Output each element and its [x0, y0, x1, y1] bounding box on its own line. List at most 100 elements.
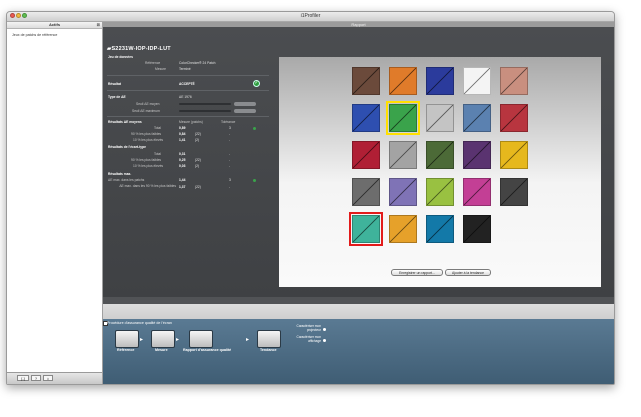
- trend-step-icon[interactable]: [257, 330, 281, 348]
- avg-row-tolerance: -: [229, 138, 231, 142]
- reference-step-label: Référence: [117, 348, 135, 352]
- home-button[interactable]: ⌂: [43, 375, 53, 381]
- add-to-trend-button[interactable]: Ajouter à la tendance: [445, 269, 491, 276]
- avg-row-label: 10 % les plus élevés: [133, 138, 164, 142]
- arrow-circle-icon[interactable]: [323, 339, 326, 342]
- sidebar-collapse-icon[interactable]: ⊠: [97, 22, 100, 28]
- separator-strip: [103, 304, 614, 319]
- help-button[interactable]: ?: [31, 375, 41, 381]
- color-patch[interactable]: [352, 178, 380, 206]
- patch-diagonal: [390, 142, 416, 168]
- color-patch[interactable]: [463, 178, 491, 206]
- reference-step-icon[interactable]: [115, 330, 139, 348]
- pass-indicator-icon: [253, 178, 256, 182]
- color-patch[interactable]: [389, 67, 417, 95]
- max-row-count: (22): [195, 185, 201, 189]
- std-row-count: (22): [195, 158, 201, 162]
- color-patch[interactable]: [463, 141, 491, 169]
- avg-threshold-field[interactable]: [234, 102, 256, 106]
- color-patch[interactable]: [463, 104, 491, 132]
- color-patch[interactable]: [500, 178, 528, 206]
- patch-diagonal: [427, 216, 453, 242]
- avg-results-heading: Résultats ΔE moyens: [108, 120, 142, 124]
- avg-row-value: 1,41: [179, 138, 186, 142]
- color-patch[interactable]: [352, 141, 380, 169]
- qa-report-step-icon[interactable]: [189, 330, 213, 348]
- result-value: ACCEPTÉ: [179, 82, 195, 86]
- color-patch[interactable]: [426, 215, 454, 243]
- report-panel: ▰S2231W-IOP-IDP-LUT Jeu de données Référ…: [103, 27, 614, 297]
- arrow-right-icon: ▸: [176, 337, 180, 343]
- color-patch[interactable]: [349, 212, 383, 246]
- title-bar: i1Profiler: [7, 12, 614, 22]
- avg-row-count: (2): [195, 138, 200, 142]
- pass-indicator-icon: [253, 126, 256, 130]
- patch-diagonal: [427, 68, 453, 94]
- assets-sidebar: Actifs ⊠ Jeux de patchs de référence [-]…: [7, 22, 103, 384]
- color-patch[interactable]: [389, 141, 417, 169]
- color-patch[interactable]: [352, 67, 380, 95]
- avg-row-label: 90 % les plus faibles: [131, 132, 162, 136]
- characterize-display-option[interactable]: Caractériser mon affichage: [289, 335, 321, 344]
- color-patch[interactable]: [352, 104, 380, 132]
- avg-row-value: 0,84: [179, 132, 186, 136]
- patch-diagonal: [501, 142, 527, 168]
- qa-report-step-label: Rapport d'assurance qualité: [183, 348, 232, 352]
- reference-value: ColorChecker® 24 Patch: [179, 61, 216, 65]
- std-row-label: 90 % les plus faibles: [131, 158, 162, 162]
- color-patch[interactable]: [500, 141, 528, 169]
- color-patch[interactable]: [500, 67, 528, 95]
- std-row-value: 0,25: [179, 158, 186, 162]
- tolerance-column-header: Tolérance: [221, 120, 236, 124]
- std-row-value: 0,03: [179, 164, 186, 168]
- std-row-label: Total: [154, 152, 161, 156]
- patch-diagonal: [464, 68, 490, 94]
- measure-label: Mesure: [155, 67, 166, 71]
- characterize-projector-option[interactable]: Caractériser mon projecteur: [289, 324, 321, 333]
- avg-row-label: Total: [154, 126, 161, 130]
- measure-step-icon[interactable]: [151, 330, 175, 348]
- color-patch[interactable]: [389, 178, 417, 206]
- patch-diagonal: [390, 105, 416, 131]
- delta-e-type-value: ΔE 1976: [179, 95, 192, 99]
- patch-diagonal: [353, 68, 379, 94]
- color-patch[interactable]: [426, 104, 454, 132]
- patch-diagonal: [427, 105, 453, 131]
- color-patch[interactable]: [463, 215, 491, 243]
- patch-diagonal: [390, 68, 416, 94]
- avg-row-count: (22): [195, 132, 201, 136]
- color-patch[interactable]: [463, 67, 491, 95]
- color-patch[interactable]: [426, 141, 454, 169]
- divider: [107, 75, 269, 76]
- window-title: i1Profiler: [300, 13, 321, 19]
- std-row-value: 0,31: [179, 152, 186, 156]
- patch-diagonal: [464, 142, 490, 168]
- color-patch[interactable]: [386, 101, 420, 135]
- device-name: ▰S2231W-IOP-IDP-LUT: [107, 46, 171, 52]
- patch-diagonal: [353, 179, 379, 205]
- color-patch-display: Enregistrer un rapport... Ajouter à la t…: [279, 57, 601, 287]
- divider: [107, 90, 269, 91]
- color-patch[interactable]: [426, 178, 454, 206]
- arrow-circle-icon[interactable]: [323, 328, 326, 331]
- main-content: Rapport ▰S2231W-IOP-IDP-LUT Jeu de donné…: [103, 22, 614, 384]
- delta-e-type-label: Type de ΔE: [108, 95, 126, 99]
- arrow-right-icon: ▸: [246, 337, 250, 343]
- procedure-title: Procédure d'assurance qualité de l'écran: [107, 321, 172, 325]
- max-threshold-slider[interactable]: [179, 110, 231, 112]
- fit-view-button[interactable]: [-]: [17, 375, 29, 381]
- patch-diagonal: [501, 105, 527, 131]
- patch-diagonal: [353, 105, 379, 131]
- patch-diagonal: [464, 216, 490, 242]
- sidebar-item-reference-patch-sets[interactable]: Jeux de patchs de référence: [7, 29, 102, 41]
- color-patch[interactable]: [389, 215, 417, 243]
- measure-step-label: Mesure: [155, 348, 168, 352]
- color-patch[interactable]: [426, 67, 454, 95]
- color-patch[interactable]: [500, 104, 528, 132]
- save-report-button[interactable]: Enregistrer un rapport...: [391, 269, 443, 276]
- patch-diagonal: [501, 179, 527, 205]
- max-threshold-field[interactable]: [234, 109, 256, 113]
- max-row-tolerance: 3: [229, 178, 231, 182]
- avg-threshold-slider[interactable]: [179, 103, 231, 105]
- pass-check-icon: ✓: [253, 80, 260, 87]
